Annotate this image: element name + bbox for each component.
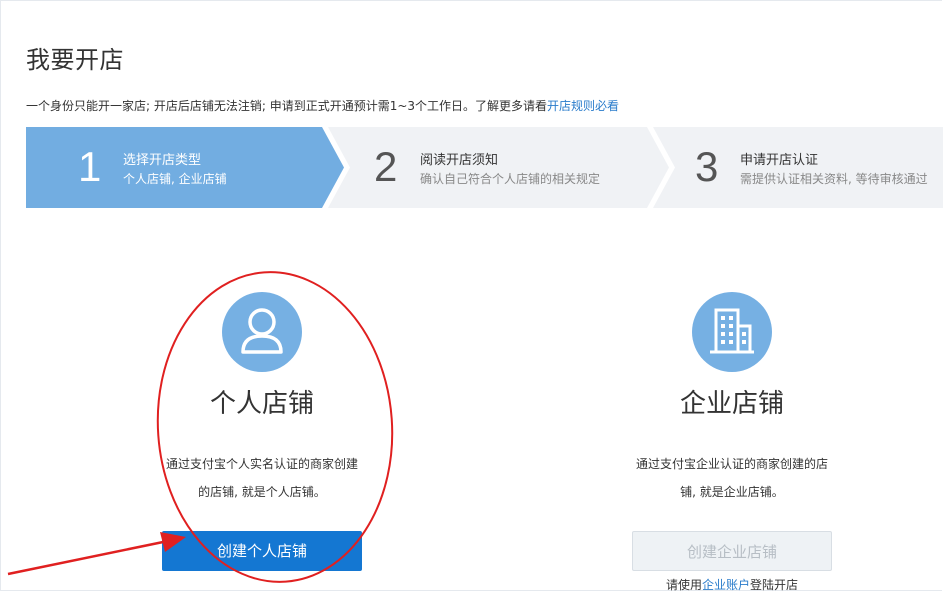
step-3-number: 3 <box>695 143 719 190</box>
personal-store-title: 个人店铺 <box>209 389 314 419</box>
step-2: 2 阅读开店须知 确认自己符合个人店铺的相关规定 <box>350 127 647 208</box>
enterprise-account-link[interactable]: 企业账户 <box>702 578 750 592</box>
create-enterprise-store-button[interactable]: 创建企业店铺 <box>632 531 832 571</box>
step-2-number: 2 <box>374 143 398 190</box>
building-icon <box>710 308 754 354</box>
step-3-title: 申请开店认证 <box>740 153 819 168</box>
enterprise-store-desc-line-1: 通过支付宝企业认证的商家创建的店 <box>635 457 828 471</box>
create-personal-store-button[interactable]: 创建个人店铺 <box>162 531 362 571</box>
personal-store-desc-line-2: 的店铺, 就是个人店铺。 <box>198 485 326 499</box>
enterprise-login-hint: 请使用企业账户登陆开店 <box>632 576 832 593</box>
enterprise-store-description: 通过支付宝企业认证的商家创建的店 铺, 就是企业店铺。 <box>612 450 852 506</box>
personal-store-icon-circle <box>222 292 302 372</box>
open-shop-notice: 一个身份只能开一家店; 开店后店铺无法注销; 申请到正式开通预计需1~3个工作日… <box>26 97 619 114</box>
enterprise-store-icon-circle <box>692 292 772 372</box>
step-1-title: 选择开店类型 <box>123 153 202 168</box>
step-progress-bar: 1 选择开店类型 个人店铺, 企业店铺 2 阅读开店须知 确认自己符合个人店铺的… <box>26 127 943 208</box>
shop-rules-link[interactable]: 开店规则必看 <box>547 99 619 113</box>
step-3-desc: 需提供认证相关资料, 等待审核通过 <box>740 172 928 186</box>
enterprise-hint-suffix: 登陆开店 <box>750 578 799 592</box>
personal-store-description: 通过支付宝个人实名认证的商家创建 的店铺, 就是个人店铺。 <box>142 450 382 506</box>
personal-store-desc-line-1: 通过支付宝个人实名认证的商家创建 <box>165 457 358 471</box>
step-1: 1 选择开店类型 个人店铺, 企业店铺 <box>26 127 322 208</box>
step-2-title: 阅读开店须知 <box>420 153 499 168</box>
enterprise-hint-prefix: 请使用 <box>665 578 702 592</box>
user-icon <box>241 308 283 354</box>
page-title: 我要开店 <box>26 46 124 74</box>
step-1-number: 1 <box>78 143 102 190</box>
enterprise-store-title: 企业店铺 <box>679 389 784 419</box>
step-2-desc: 确认自己符合个人店铺的相关规定 <box>420 172 601 186</box>
personal-store-card: 个人店铺 通过支付宝个人实名认证的商家创建 的店铺, 就是个人店铺。 <box>142 292 382 506</box>
enterprise-store-desc-line-2: 铺, 就是企业店铺。 <box>680 485 784 499</box>
enterprise-store-card: 企业店铺 通过支付宝企业认证的商家创建的店 铺, 就是企业店铺。 <box>612 292 852 506</box>
step-1-desc: 个人店铺, 企业店铺 <box>123 172 227 186</box>
step-3: 3 申请开店认证 需提供认证相关资料, 等待审核通过 <box>675 127 943 208</box>
notice-text: 一个身份只能开一家店; 开店后店铺无法注销; 申请到正式开通预计需1~3个工作日… <box>26 99 548 113</box>
